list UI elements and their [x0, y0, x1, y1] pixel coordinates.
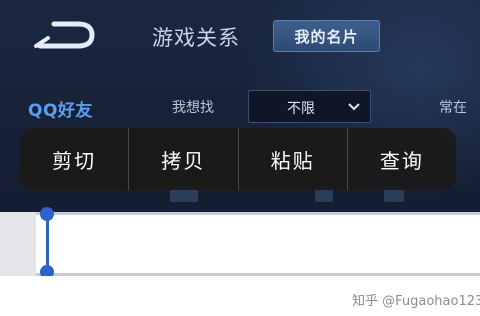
find-label: 我想找: [172, 100, 214, 116]
often-online-label: 常在: [439, 100, 467, 116]
input-left-gutter: [0, 212, 36, 276]
text-context-menu: 剪切 拷贝 粘贴 查询: [20, 128, 456, 190]
find-select-value: 不限: [287, 101, 315, 117]
text-input-field[interactable]: [36, 212, 480, 276]
watermark: 知乎 @Fugaohao123: [352, 294, 480, 309]
menu-item-paste[interactable]: 粘贴: [239, 128, 347, 190]
page-title: 游戏关系: [152, 26, 240, 50]
my-card-button[interactable]: 我的名片: [273, 20, 380, 52]
menu-item-copy[interactable]: 拷贝: [129, 128, 237, 190]
selection-handle-top[interactable]: [40, 207, 54, 221]
menu-item-lookup[interactable]: 查询: [348, 128, 456, 190]
menu-item-cut[interactable]: 剪切: [20, 128, 128, 190]
chevron-down-icon: [348, 103, 360, 111]
game-logo-icon: [34, 21, 95, 49]
text-cursor-handle[interactable]: [46, 212, 49, 272]
find-select[interactable]: 不限: [248, 90, 371, 123]
tab-qq-friends[interactable]: QQ好友: [28, 96, 93, 121]
